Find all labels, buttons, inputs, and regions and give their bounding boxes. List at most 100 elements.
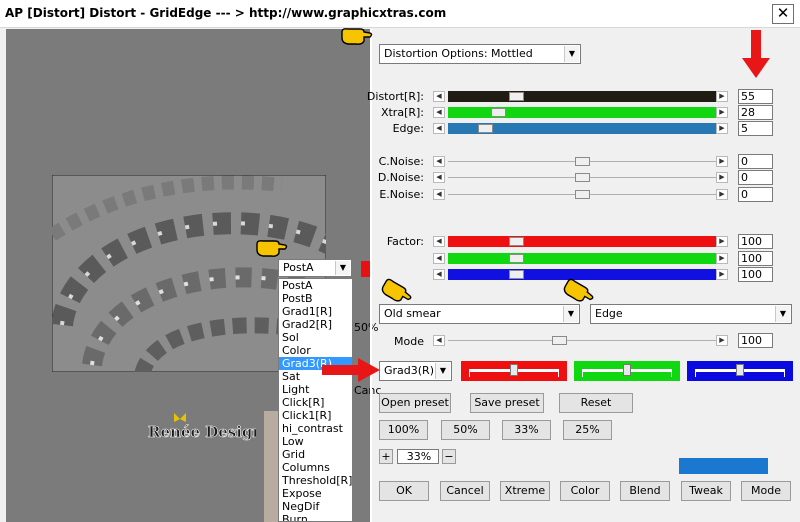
mode-right-arrow[interactable]: ▶ (716, 335, 728, 346)
slider-left-arrow[interactable]: ◀ (433, 253, 445, 264)
slider-value-field[interactable]: 100 (738, 234, 773, 249)
dropdown-item[interactable]: Expose (279, 487, 352, 500)
tweak-button[interactable]: Tweak (681, 481, 731, 501)
slider-value-field[interactable]: 100 (738, 251, 773, 266)
slider-thumb[interactable] (575, 190, 590, 199)
slider-thumb[interactable] (491, 108, 506, 117)
reset-button[interactable]: Reset (559, 393, 633, 413)
slider-value-field[interactable]: 0 (738, 170, 773, 185)
slider-track[interactable] (448, 107, 716, 118)
dropdown-item[interactable]: PostB (279, 292, 352, 305)
red-arrow-right-icon (322, 358, 380, 385)
gradient-slider-thumb[interactable] (736, 364, 744, 376)
slider-right-arrow[interactable]: ▶ (716, 172, 728, 183)
gradient-color-box[interactable] (461, 361, 567, 381)
slider-label: C.Noise: (378, 155, 424, 168)
preview-mode-select[interactable]: PostA ▼ (278, 259, 352, 277)
ok-button[interactable]: OK (379, 481, 429, 501)
mode-left-arrow[interactable]: ◀ (433, 335, 445, 346)
zoom-value-field[interactable]: 33% (397, 449, 439, 464)
slider-right-arrow[interactable]: ▶ (716, 156, 728, 167)
gradient-slider-thumb[interactable] (623, 364, 631, 376)
slider-left-arrow[interactable]: ◀ (433, 91, 445, 102)
slider-value-field[interactable]: 0 (738, 154, 773, 169)
pointing-hand-icon (340, 24, 374, 49)
filter-dropdown-list[interactable]: PostA PostB Grad1[R] Grad2[R] Sol Color Grad3(… (278, 278, 353, 522)
gradient-select-value: Grad3(R) (384, 364, 434, 377)
slider-thumb[interactable] (509, 237, 524, 246)
slider-left-arrow[interactable]: ◀ (433, 189, 445, 200)
slider-thumb[interactable] (575, 157, 590, 166)
slider-thumb[interactable] (478, 124, 493, 133)
mode-track[interactable] (448, 335, 716, 346)
edge-select[interactable]: Edge ▼ (590, 304, 792, 324)
dropdown-item[interactable]: Threshold[R] (279, 474, 352, 487)
dropdown-item[interactable]: Burn (279, 513, 352, 521)
gradient-color-box[interactable] (687, 361, 793, 381)
slider-left-arrow[interactable]: ◀ (433, 156, 445, 167)
zoom-25-button[interactable]: 25% (563, 420, 612, 440)
slider-label: Factor: (386, 235, 424, 248)
dropdown-item[interactable]: Color (279, 344, 352, 357)
smear-select[interactable]: Old smear ▼ (379, 304, 580, 324)
slider-left-arrow[interactable]: ◀ (433, 107, 445, 118)
preview-mode-value: PostA (283, 261, 314, 274)
mode-button[interactable]: Mode (741, 481, 791, 501)
slider-left-arrow[interactable]: ◀ (433, 269, 445, 280)
xtreme-button[interactable]: Xtreme (500, 481, 550, 501)
slider-right-arrow[interactable]: ▶ (716, 189, 728, 200)
zoom-in-button[interactable]: + (379, 449, 393, 464)
slider-value-field[interactable]: 100 (738, 267, 773, 282)
slider-thumb[interactable] (509, 270, 524, 279)
mode-thumb[interactable] (552, 336, 567, 345)
slider-thumb[interactable] (509, 254, 524, 263)
slider-right-arrow[interactable]: ▶ (716, 236, 728, 247)
dropdown-item[interactable]: PostA (279, 279, 352, 292)
slider-label: D.Noise: (377, 171, 424, 184)
slider-value-field[interactable]: 28 (738, 105, 773, 120)
close-button[interactable]: ✕ (772, 4, 794, 24)
zoom-out-button[interactable]: − (442, 449, 456, 464)
slider-right-arrow[interactable]: ▶ (716, 269, 728, 280)
dropdown-item[interactable]: NegDif (279, 500, 352, 513)
dropdown-item[interactable]: Sol (279, 331, 352, 344)
dropdown-item[interactable]: Low (279, 435, 352, 448)
slider-right-arrow[interactable]: ▶ (716, 91, 728, 102)
slider-value-field[interactable]: 55 (738, 89, 773, 104)
color-button[interactable]: Color (560, 481, 610, 501)
dropdown-item[interactable]: hi_contrast (279, 422, 352, 435)
slider-value-field[interactable]: 0 (738, 187, 773, 202)
dropdown-item[interactable]: Grid (279, 448, 352, 461)
slider-thumb[interactable] (509, 92, 524, 101)
dropdown-item[interactable]: Grad1[R] (279, 305, 352, 318)
save-preset-button[interactable]: Save preset (470, 393, 544, 413)
zoom-100-button[interactable]: 100% (379, 420, 428, 440)
slider-track[interactable] (448, 269, 716, 280)
chevron-down-icon: ▼ (563, 306, 578, 322)
zoom-33-button[interactable]: 33% (502, 420, 551, 440)
slider-thumb[interactable] (575, 173, 590, 182)
open-preset-button[interactable]: Open preset (379, 393, 451, 413)
dropdown-item[interactable]: Columns (279, 461, 352, 474)
slider-track[interactable] (448, 91, 716, 102)
dropdown-item[interactable]: Click[R] (279, 396, 352, 409)
gradient-color-box[interactable] (574, 361, 680, 381)
slider-right-arrow[interactable]: ▶ (716, 123, 728, 134)
dropdown-item[interactable]: Click1[R] (279, 409, 352, 422)
slider-right-arrow[interactable]: ▶ (716, 253, 728, 264)
slider-left-arrow[interactable]: ◀ (433, 236, 445, 247)
distortion-options-select[interactable]: Distortion Options: Mottled ▼ (379, 44, 581, 64)
cancel-button[interactable]: Cancel (440, 481, 490, 501)
gradient-select[interactable]: Grad3(R) ▼ (379, 361, 452, 381)
slider-left-arrow[interactable]: ◀ (433, 123, 445, 134)
gradient-slider-thumb[interactable] (510, 364, 518, 376)
slider-left-arrow[interactable]: ◀ (433, 172, 445, 183)
dropdown-item[interactable]: Grad2[R] (279, 318, 352, 331)
slider-track[interactable] (448, 236, 716, 247)
blend-button[interactable]: Blend (620, 481, 670, 501)
slider-right-arrow[interactable]: ▶ (716, 107, 728, 118)
slider-track[interactable] (448, 253, 716, 264)
mode-value-field[interactable]: 100 (738, 333, 773, 348)
slider-value-field[interactable]: 5 (738, 121, 773, 136)
zoom-50-button[interactable]: 50% (441, 420, 490, 440)
